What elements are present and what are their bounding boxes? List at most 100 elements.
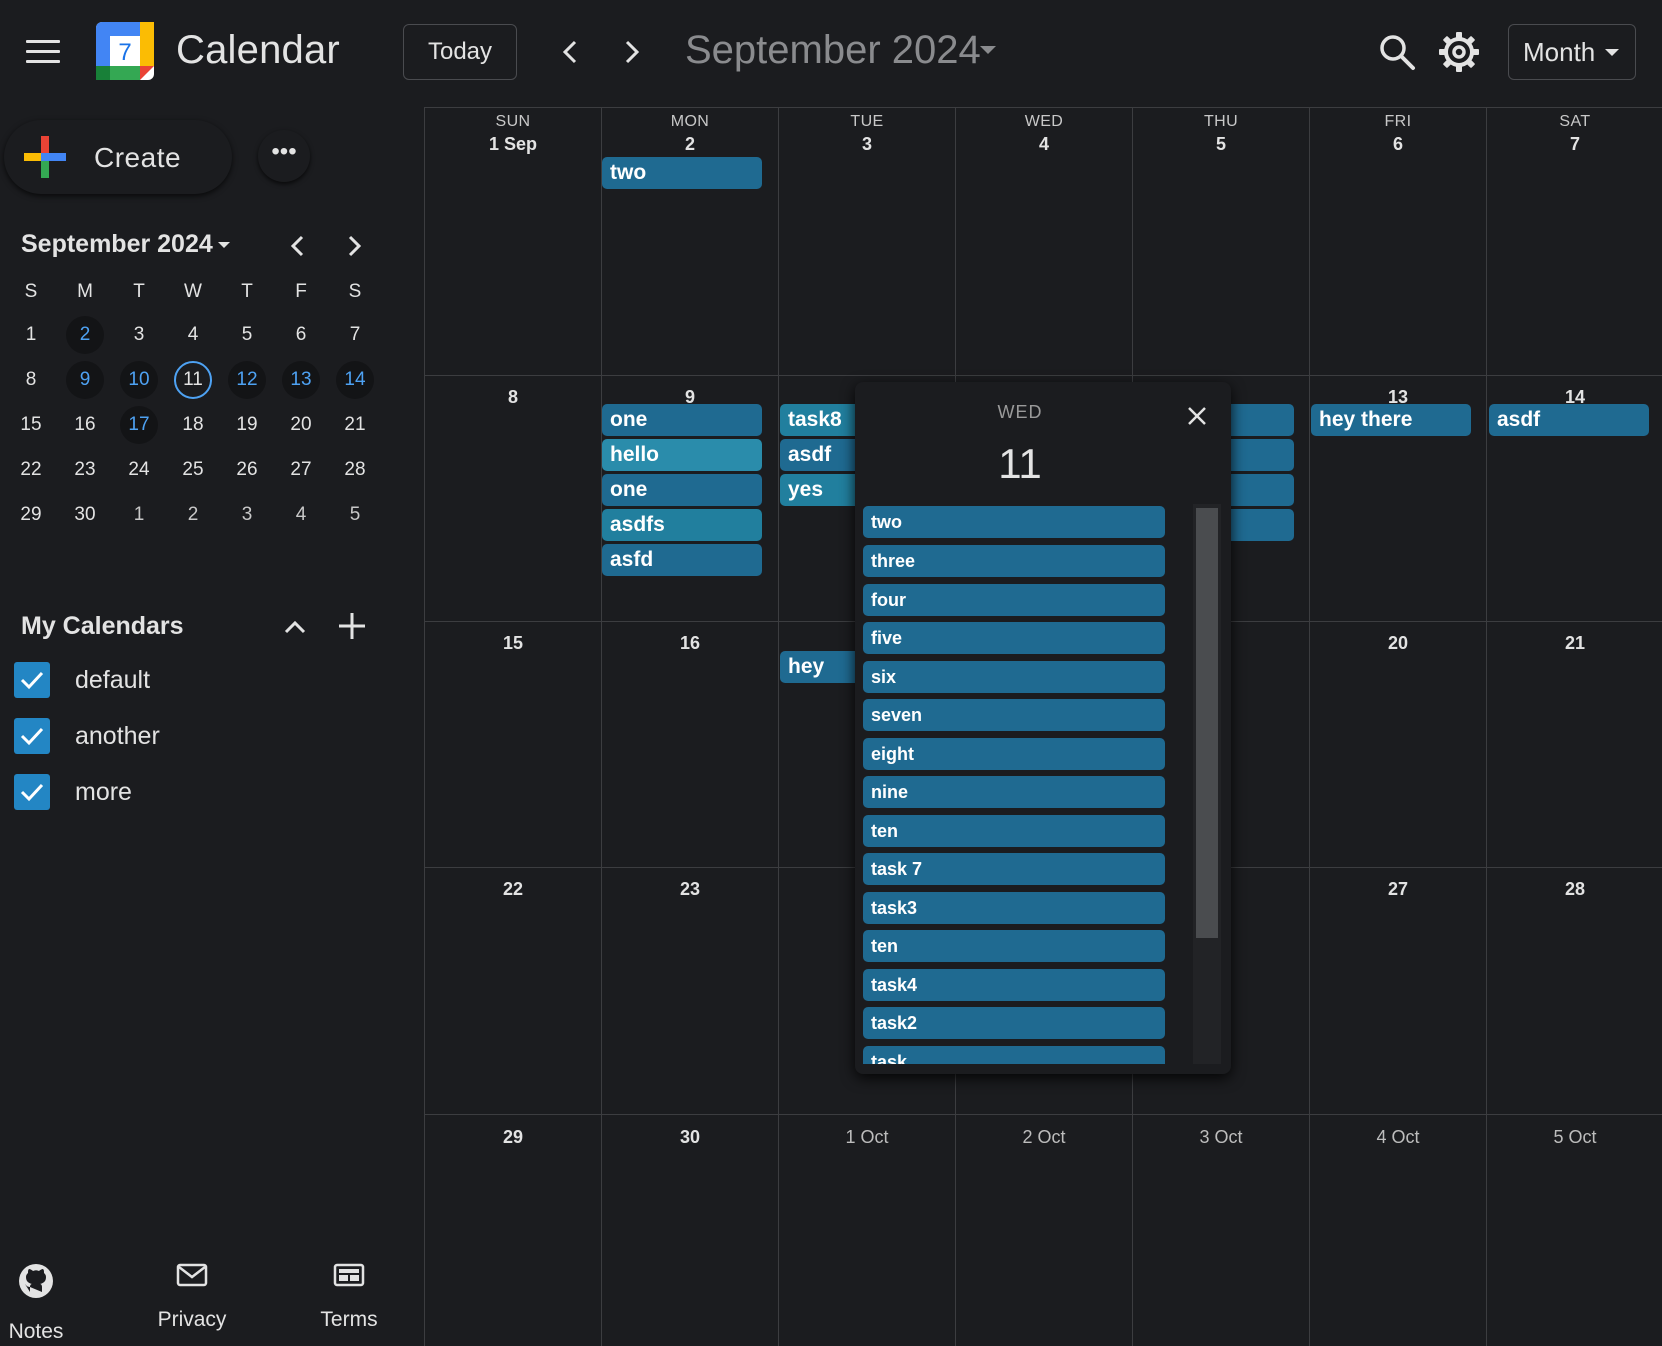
popover-scrollbar[interactable]: [1193, 504, 1221, 1064]
event-chip[interactable]: ten: [863, 930, 1165, 962]
mini-day[interactable]: 14: [328, 357, 382, 402]
day-cell[interactable]: TUE 3: [779, 108, 956, 376]
day-number[interactable]: 30: [602, 1127, 778, 1148]
mini-day[interactable]: 1: [112, 492, 166, 537]
day-cell[interactable]: 3 Oct: [1133, 1115, 1310, 1346]
day-cell[interactable]: THU 5: [1133, 108, 1310, 376]
mini-day[interactable]: 5: [328, 492, 382, 537]
day-number[interactable]: 5 Oct: [1487, 1127, 1662, 1148]
day-number[interactable]: 27: [1310, 879, 1486, 900]
mini-day[interactable]: 29: [4, 492, 58, 537]
event-chip[interactable]: eight: [863, 738, 1165, 770]
menu-icon[interactable]: [26, 40, 60, 66]
add-calendar-icon[interactable]: [336, 610, 368, 642]
mini-calendar-title[interactable]: September 2024: [21, 230, 213, 259]
day-cell[interactable]: 23: [602, 868, 779, 1115]
event-chip[interactable]: four: [863, 584, 1165, 616]
mini-day[interactable]: 7: [328, 312, 382, 357]
day-number[interactable]: 15: [425, 633, 601, 654]
event-chip[interactable]: asdf: [1489, 404, 1649, 436]
event-chip[interactable]: task 7: [863, 853, 1165, 885]
calendar-item-more[interactable]: more: [14, 772, 344, 812]
mini-day[interactable]: 2: [58, 312, 112, 357]
mini-day[interactable]: 5: [220, 312, 274, 357]
mini-day[interactable]: 23: [58, 447, 112, 492]
mini-day[interactable]: 26: [220, 447, 274, 492]
day-number[interactable]: 4: [956, 134, 1132, 155]
mini-day[interactable]: 18: [166, 402, 220, 447]
day-number[interactable]: 2: [602, 134, 778, 155]
calendar-item-default[interactable]: default: [14, 660, 344, 700]
settings-icon[interactable]: [1437, 30, 1481, 74]
mini-day[interactable]: 3: [220, 492, 274, 537]
day-cell[interactable]: SAT 7: [1487, 108, 1662, 376]
day-number[interactable]: 3: [779, 134, 955, 155]
mini-day[interactable]: 30: [58, 492, 112, 537]
day-cell[interactable]: 8: [425, 376, 602, 622]
popover-date[interactable]: 11: [855, 440, 1185, 488]
caret-down-icon[interactable]: [980, 46, 996, 56]
day-cell[interactable]: 28: [1487, 868, 1662, 1115]
mini-day[interactable]: 3: [112, 312, 166, 357]
chevron-right-icon[interactable]: [340, 230, 370, 262]
day-cell[interactable]: 4 Oct: [1310, 1115, 1487, 1346]
event-chip[interactable]: two: [602, 157, 762, 189]
day-cell[interactable]: 5 Oct: [1487, 1115, 1662, 1346]
event-chip[interactable]: task3: [863, 892, 1165, 924]
mini-day-today[interactable]: 11: [166, 357, 220, 402]
day-cell[interactable]: 16: [602, 622, 779, 868]
mini-day[interactable]: 6: [274, 312, 328, 357]
day-number[interactable]: 7: [1487, 134, 1662, 155]
event-chip[interactable]: asfd: [602, 544, 762, 576]
event-chip[interactable]: one: [602, 474, 762, 506]
mini-day[interactable]: 2: [166, 492, 220, 537]
chevron-up-icon[interactable]: [280, 612, 310, 642]
day-cell[interactable]: FRI 6: [1310, 108, 1487, 376]
mini-day[interactable]: 22: [4, 447, 58, 492]
day-number[interactable]: 1 Sep: [425, 134, 601, 155]
day-cell[interactable]: 1 Oct: [779, 1115, 956, 1346]
event-chip[interactable]: ten: [863, 815, 1165, 847]
checkbox-checked-icon[interactable]: [14, 774, 50, 810]
event-chip[interactable]: hello: [602, 439, 762, 471]
mini-day[interactable]: 19: [220, 402, 274, 447]
event-chip[interactable]: task4: [863, 969, 1165, 1001]
mini-day[interactable]: 10: [112, 357, 166, 402]
today-button[interactable]: Today: [403, 24, 517, 80]
day-cell[interactable]: 15: [425, 622, 602, 868]
footer-notes-link[interactable]: Notes: [0, 1262, 86, 1344]
day-number[interactable]: 8: [425, 387, 601, 408]
checkbox-checked-icon[interactable]: [14, 662, 50, 698]
event-chip[interactable]: nine: [863, 776, 1165, 808]
current-month-title[interactable]: September 2024: [685, 28, 981, 73]
mini-day[interactable]: 28: [328, 447, 382, 492]
event-chip[interactable]: five: [863, 622, 1165, 654]
mini-day[interactable]: 4: [274, 492, 328, 537]
day-number[interactable]: 16: [602, 633, 778, 654]
mini-day[interactable]: 9: [58, 357, 112, 402]
event-chip[interactable]: task: [863, 1046, 1165, 1064]
mini-day[interactable]: 4: [166, 312, 220, 357]
mini-day[interactable]: 12: [220, 357, 274, 402]
calendar-item-another[interactable]: another: [14, 716, 344, 756]
event-chip[interactable]: task2: [863, 1007, 1165, 1039]
event-chip[interactable]: asdfs: [602, 509, 762, 541]
caret-down-icon[interactable]: [218, 242, 230, 249]
more-options-button[interactable]: •••: [258, 130, 310, 182]
mini-day[interactable]: 27: [274, 447, 328, 492]
event-chip[interactable]: six: [863, 661, 1165, 693]
close-icon[interactable]: [1181, 400, 1213, 432]
event-chip[interactable]: one: [602, 404, 762, 436]
mini-day[interactable]: 16: [58, 402, 112, 447]
footer-terms-link[interactable]: Terms: [299, 1262, 399, 1332]
day-cell[interactable]: MON 2: [602, 108, 779, 376]
chevron-right-icon[interactable]: [615, 34, 649, 70]
day-cell[interactable]: SUN 1 Sep: [425, 108, 602, 376]
scrollbar-thumb[interactable]: [1196, 508, 1218, 938]
day-number[interactable]: 1 Oct: [779, 1127, 955, 1148]
mini-day[interactable]: 25: [166, 447, 220, 492]
day-cell[interactable]: 27: [1310, 868, 1487, 1115]
day-number[interactable]: 21: [1487, 633, 1662, 654]
day-cell[interactable]: 20: [1310, 622, 1487, 868]
create-button[interactable]: Create: [4, 120, 232, 194]
